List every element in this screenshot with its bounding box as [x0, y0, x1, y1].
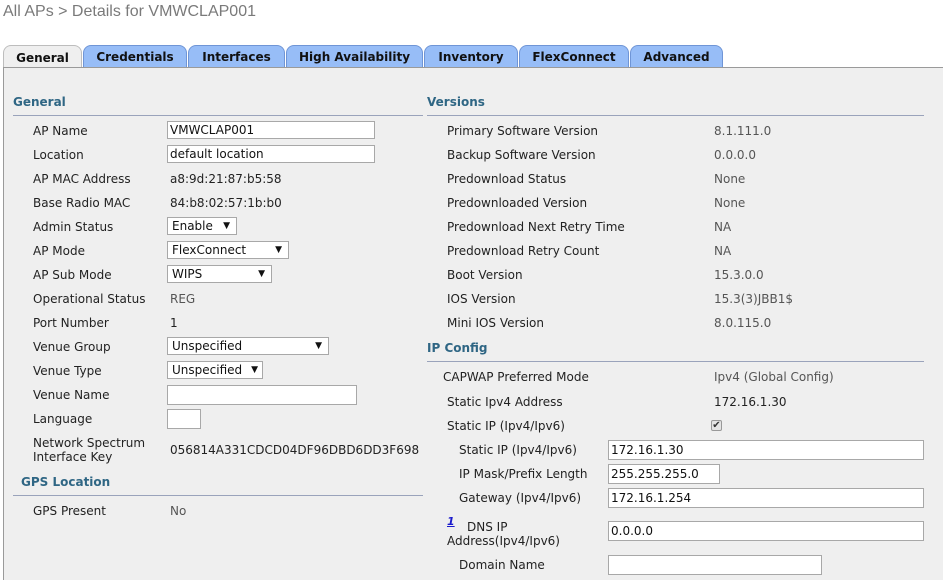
capwap-mode-value: Ipv4 (Global Config) [714, 370, 834, 384]
capwap-mode-label: CAPWAP Preferred Mode [443, 370, 589, 384]
version-row-label: Predownload Next Retry Time [447, 220, 625, 234]
chevron-down-icon: ▼ [315, 341, 322, 351]
version-row-value: None [714, 172, 746, 186]
admin-status-label: Admin Status [33, 220, 114, 234]
nsi-key-value: 056814A331CDCD04DF96DBD6DD3F698 [170, 443, 420, 457]
version-row-value: 15.3(3)JBB1$ [714, 292, 793, 306]
version-row-label: Predownload Status [447, 172, 567, 186]
admin-status-select[interactable]: Enable ▼ [167, 217, 237, 235]
tab-general[interactable]: General [3, 45, 82, 69]
operational-status-label: Operational Status [33, 292, 146, 306]
venue-name-label: Venue Name [33, 388, 110, 402]
admin-status-value: Enable [172, 219, 213, 233]
breadcrumb: All APs > Details for VMWCLAP001 [3, 3, 256, 20]
tab-bar: General Credentials Interfaces High Avai… [3, 45, 724, 69]
version-row-label: Mini IOS Version [447, 316, 544, 330]
version-row-value: NA [714, 220, 732, 234]
static-ip-label: Static IP (Ipv4/Ipv6) [459, 443, 577, 457]
ip-mask-label: IP Mask/Prefix Length [459, 467, 588, 481]
ap-mode-label: AP Mode [33, 244, 85, 258]
gateway-label: Gateway (Ipv4/Ipv6) [459, 491, 582, 505]
ap-sub-mode-select[interactable]: WIPS ▼ [167, 265, 272, 283]
tab-credentials[interactable]: Credentials [83, 45, 187, 67]
chevron-down-icon: ▼ [223, 221, 230, 231]
section-divider [427, 361, 924, 362]
static-ipv4-label: Static Ipv4 Address [447, 395, 563, 409]
tab-advanced[interactable]: Advanced [630, 45, 723, 67]
ap-name-label: AP Name [33, 124, 88, 138]
gateway-input[interactable] [608, 488, 924, 508]
section-title-ip-config: IP Config [427, 341, 488, 355]
version-row-label: Backup Software Version [447, 148, 596, 162]
chevron-down-icon: ▼ [251, 365, 258, 375]
version-row-value: 8.0.115.0 [714, 316, 772, 330]
chevron-down-icon: ▼ [258, 269, 265, 279]
ap-mode-value: FlexConnect [172, 243, 247, 257]
gps-present-value: No [170, 504, 187, 518]
version-row-label: Predownloaded Version [447, 196, 588, 210]
version-row-label: Boot Version [447, 268, 523, 282]
version-row-label: IOS Version [447, 292, 516, 306]
ip-mask-input[interactable] [608, 464, 720, 484]
static-ip-checkbox[interactable]: ✔ [711, 420, 722, 431]
static-ip-checkbox-label: Static IP (Ipv4/Ipv6) [447, 419, 565, 433]
ap-mode-select[interactable]: FlexConnect ▼ [167, 241, 289, 259]
language-label: Language [33, 412, 93, 426]
check-icon: ✔ [712, 420, 721, 431]
version-row-value: 15.3.0.0 [714, 268, 764, 282]
dns-ip-label-line1: DNS IP [467, 520, 508, 534]
nsi-key-label: Network Spectrum Interface Key [33, 436, 145, 464]
section-title-versions: Versions [427, 95, 485, 109]
section-divider [427, 115, 924, 116]
domain-name-label: Domain Name [459, 558, 545, 572]
venue-name-input[interactable] [167, 385, 357, 405]
dns-ip-label: DNS IP Address(Ipv4/Ipv6) [447, 520, 560, 548]
ap-mac-value: a8:9d:21:87:b5:58 [170, 172, 282, 186]
tab-high-availability[interactable]: High Availability [286, 45, 423, 67]
section-title-gps: GPS Location [21, 475, 111, 489]
base-radio-mac-value: 84:b8:02:57:1b:b0 [170, 196, 282, 210]
operational-status-value: REG [170, 292, 196, 306]
dns-ip-input[interactable] [608, 521, 924, 541]
port-number-label: Port Number [33, 316, 109, 330]
base-radio-mac-label: Base Radio MAC [33, 196, 131, 210]
tab-interfaces[interactable]: Interfaces [188, 45, 285, 67]
nsi-key-label-line1: Network Spectrum [33, 436, 146, 450]
ap-sub-mode-value: WIPS [172, 267, 203, 281]
tab-inventory[interactable]: Inventory [424, 45, 518, 67]
version-row-value: 8.1.111.0 [714, 124, 772, 138]
venue-type-label: Venue Type [33, 364, 102, 378]
location-input[interactable] [167, 145, 375, 163]
version-row-value: 0.0.0.0 [714, 148, 756, 162]
nsi-key-label-line2: Interface Key [33, 450, 113, 464]
version-row-value: NA [714, 244, 732, 258]
chevron-down-icon: ▼ [275, 245, 282, 255]
ap-sub-mode-label: AP Sub Mode [33, 268, 112, 282]
ap-mac-label: AP MAC Address [33, 172, 131, 186]
venue-group-select[interactable]: Unspecified ▼ [167, 337, 329, 355]
venue-type-value: Unspecified [172, 363, 243, 377]
domain-name-input[interactable] [608, 555, 822, 575]
language-input[interactable] [167, 409, 201, 429]
version-row-value: None [714, 196, 746, 210]
static-ipv4-value: 172.16.1.30 [714, 395, 787, 409]
general-panel: General AP Name Location AP MAC Address … [3, 67, 943, 580]
location-label: Location [33, 148, 84, 162]
venue-group-value: Unspecified [172, 339, 243, 353]
tab-flexconnect[interactable]: FlexConnect [519, 45, 629, 67]
venue-type-select[interactable]: Unspecified ▼ [167, 361, 263, 379]
venue-group-label: Venue Group [33, 340, 111, 354]
dns-ip-label-line2: Address(Ipv4/Ipv6) [447, 534, 560, 548]
port-number-value: 1 [170, 316, 178, 330]
version-row-label: Predownload Retry Count [447, 244, 600, 258]
version-row-label: Primary Software Version [447, 124, 599, 138]
gps-present-label: GPS Present [33, 504, 106, 518]
ap-name-input[interactable] [167, 121, 375, 139]
section-divider [13, 495, 423, 496]
section-divider [13, 115, 423, 116]
static-ip-input[interactable] [608, 440, 924, 460]
section-title-general: General [13, 95, 66, 109]
